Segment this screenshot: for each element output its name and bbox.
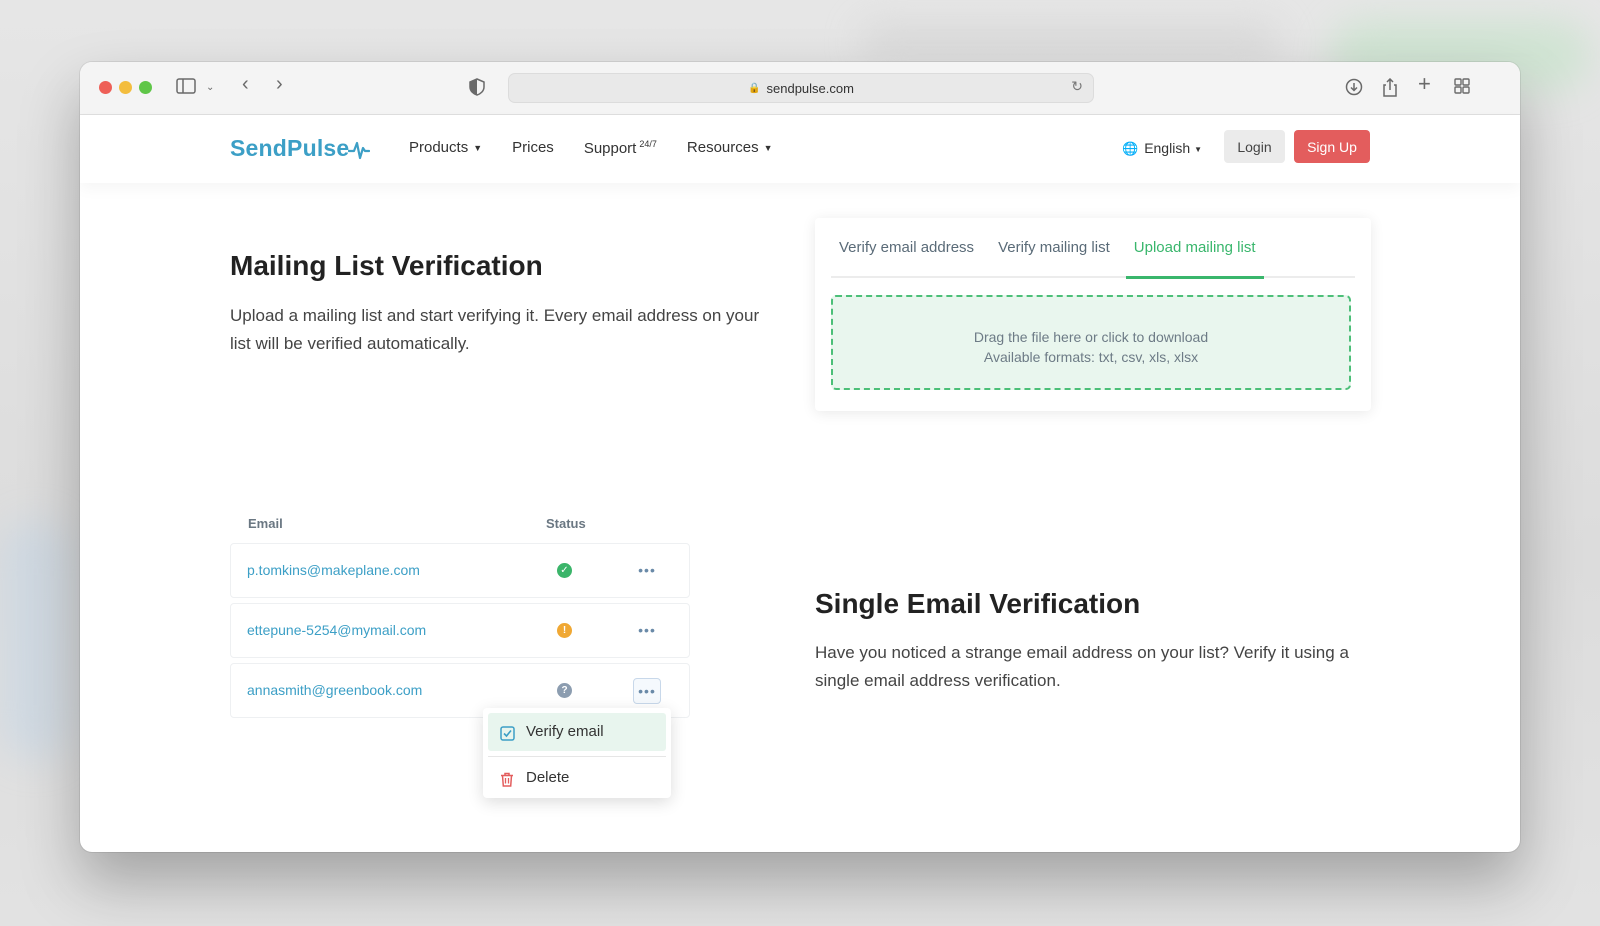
login-button[interactable]: Login <box>1224 130 1285 163</box>
back-icon[interactable]: ‹ <box>242 74 249 94</box>
main-nav: Products ▼ Prices Support 24/7 Resources ▼ <box>409 139 773 157</box>
forward-icon[interactable]: › <box>276 74 283 94</box>
close-window-button[interactable] <box>99 81 112 94</box>
sidebar-toggle-icon[interactable] <box>176 78 196 100</box>
dropzone-formats: Available formats: txt, csv, xls, xlsx <box>983 349 1199 365</box>
row-email[interactable]: annasmith@greenbook.com <box>247 682 422 698</box>
tab-verify-mailing-list[interactable]: Verify mailing list <box>990 218 1118 276</box>
caret-down-icon: ▼ <box>1194 144 1203 154</box>
dropzone-instruction: Drag the file here or click to download <box>973 329 1209 345</box>
nav-support-label: Support <box>583 140 637 157</box>
nav-resources-label: Resources <box>686 139 759 156</box>
caret-down-icon: ▼ <box>473 143 483 154</box>
menu-item-delete[interactable]: Delete <box>488 759 666 797</box>
mailing-verification-description: Upload a mailing list and start verifyin… <box>230 306 760 353</box>
menu-item-verify-email[interactable]: Verify email <box>488 713 666 751</box>
browser-toolbar: ⌄ ‹ › 🔒 sendpulse.com ↻ + <box>80 62 1520 115</box>
checkbox-icon <box>500 713 515 751</box>
nav-prices[interactable]: Prices <box>512 139 554 157</box>
sendpulse-logo[interactable]: SendPulse <box>230 135 371 162</box>
language-selector[interactable]: 🌐 English ▼ <box>1122 140 1202 157</box>
tab-verify-email-address[interactable]: Verify email address <box>831 218 982 276</box>
file-dropzone[interactable]: Drag the file here or click to download … <box>831 295 1351 390</box>
nav-resources[interactable]: Resources ▼ <box>687 139 773 157</box>
check-icon: ✓ <box>557 563 572 578</box>
site-header: SendPulse Products ▼ Prices Support 24/7 R… <box>80 115 1520 183</box>
background-blur <box>0 520 70 760</box>
row-action-menu: Verify email Delete <box>483 708 671 798</box>
browser-window: ⌄ ‹ › 🔒 sendpulse.com ↻ + SendPulse Prod… <box>80 62 1520 852</box>
background-blur <box>860 22 1280 62</box>
column-header-email: Email <box>248 516 283 531</box>
globe-icon: 🌐 <box>1122 141 1139 156</box>
new-tab-icon[interactable]: + <box>1418 73 1431 95</box>
table-row: ettepune-5254@mymail.com ! ••• <box>230 603 690 658</box>
lock-icon: 🔒 <box>748 82 761 94</box>
signup-button[interactable]: Sign Up <box>1294 130 1370 163</box>
reload-icon[interactable]: ↻ <box>1071 78 1083 95</box>
single-verification-description: Have you noticed a strange email address… <box>815 643 1349 690</box>
tab-overview-icon[interactable] <box>1454 78 1470 100</box>
more-actions-button[interactable]: ••• <box>633 558 661 584</box>
menu-item-label: Verify email <box>526 723 604 740</box>
menu-item-label: Delete <box>526 769 570 786</box>
nav-products[interactable]: Products ▼ <box>409 139 482 157</box>
question-icon: ? <box>557 683 572 698</box>
row-email[interactable]: ettepune-5254@mymail.com <box>247 622 426 638</box>
caret-down-icon: ▼ <box>763 143 773 154</box>
menu-divider <box>488 756 666 757</box>
support-hours-badge: 24/7 <box>639 139 657 149</box>
more-actions-button[interactable]: ••• <box>633 618 661 644</box>
address-bar[interactable]: 🔒 sendpulse.com ↻ <box>508 73 1094 103</box>
trash-icon <box>500 759 514 797</box>
minimize-window-button[interactable] <box>119 81 132 94</box>
upload-card: Verify email address Verify mailing list… <box>815 218 1371 411</box>
chevron-down-icon[interactable]: ⌄ <box>206 78 214 98</box>
more-actions-button[interactable]: ••• <box>633 678 661 704</box>
column-header-status: Status <box>546 516 586 531</box>
url-text: sendpulse.com <box>766 80 854 96</box>
single-verification-title: Single Email Verification <box>815 588 1141 619</box>
share-icon[interactable] <box>1382 77 1398 104</box>
logo-text: SendPulse <box>230 135 350 161</box>
pulse-icon <box>348 141 371 160</box>
privacy-shield-icon[interactable] <box>469 78 485 102</box>
nav-support[interactable]: Support 24/7 <box>584 139 657 157</box>
verification-tabs: Verify email address Verify mailing list… <box>831 218 1355 279</box>
language-label: English <box>1144 140 1191 156</box>
zoom-window-button[interactable] <box>139 81 152 94</box>
row-email[interactable]: p.tomkins@makeplane.com <box>247 562 420 578</box>
download-icon[interactable] <box>1345 78 1363 101</box>
mailing-verification-title: Mailing List Verification <box>230 250 543 281</box>
nav-prices-label: Prices <box>512 139 554 156</box>
nav-products-label: Products <box>409 139 469 156</box>
exclamation-icon: ! <box>557 623 572 638</box>
tab-upload-mailing-list[interactable]: Upload mailing list <box>1125 218 1264 279</box>
table-row: p.tomkins@makeplane.com ✓ ••• <box>230 543 690 598</box>
